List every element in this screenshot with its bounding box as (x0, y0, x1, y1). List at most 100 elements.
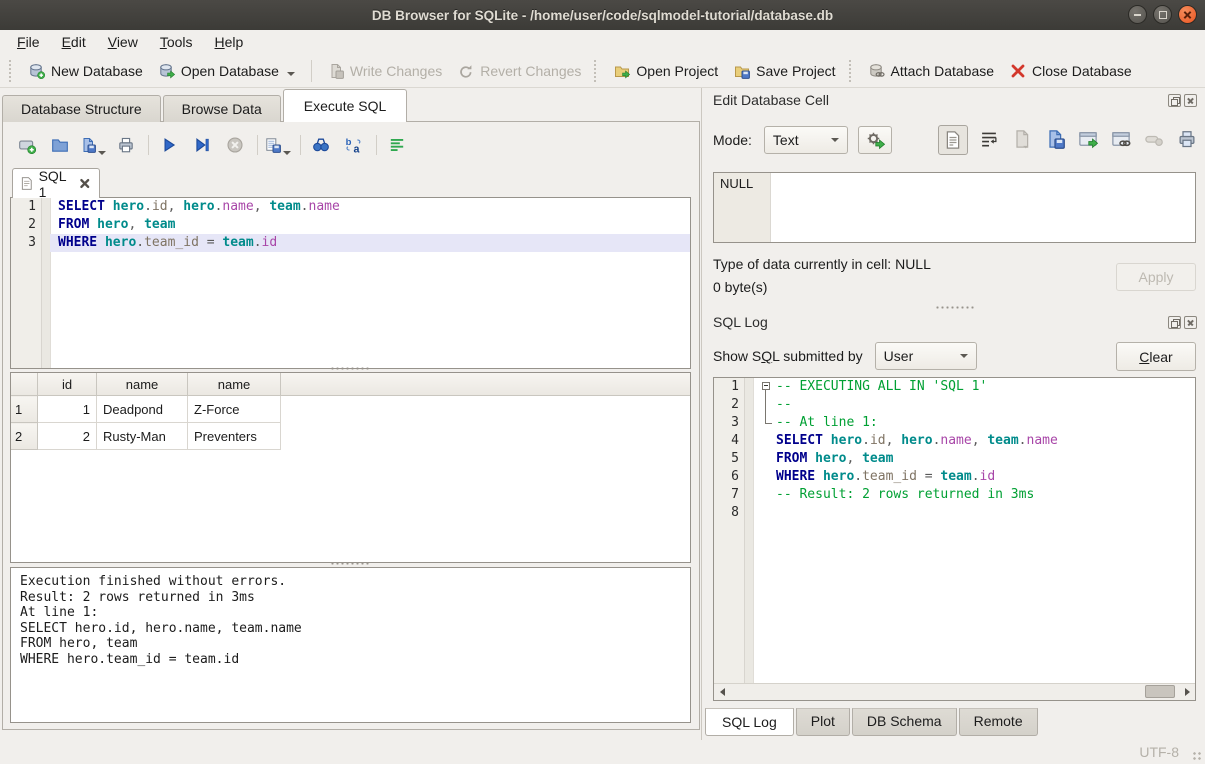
menu-item-view[interactable]: View (97, 32, 149, 52)
gear-apply-icon (865, 130, 885, 150)
new-database-button[interactable]: New Database (21, 59, 151, 83)
sql-tab[interactable]: SQL 1 (12, 168, 100, 198)
log-horizontal-scrollbar[interactable] (714, 683, 1195, 700)
pane-divider[interactable] (701, 88, 702, 740)
save-results-view-button[interactable] (265, 132, 291, 158)
dock-tab-remote[interactable]: Remote (959, 708, 1038, 736)
table-cell[interactable]: 2 (38, 423, 97, 450)
execute-all-button[interactable] (156, 132, 182, 158)
copy-link-button[interactable] (1111, 129, 1133, 151)
sql-log-view[interactable]: 1-- EXECUTING ALL IN 'SQL 1'2--3-- At li… (713, 377, 1196, 701)
menu-item-file[interactable]: File (6, 32, 51, 52)
tab-browse-data[interactable]: Browse Data (163, 95, 281, 122)
close-button[interactable] (1178, 5, 1197, 24)
format-icon (388, 136, 406, 154)
log-filter-row: Show SQL submitted by User (713, 341, 977, 371)
find-replace-button[interactable]: ba (341, 132, 367, 158)
status-bar: UTF-8 (0, 740, 1205, 764)
results-grid[interactable]: idnamename11DeadpondZ-Force22Rusty-ManPr… (10, 372, 691, 563)
print-cell-button[interactable] (1177, 129, 1199, 151)
scroll-right-icon[interactable] (1179, 684, 1195, 699)
tab-database-structure[interactable]: Database Structure (2, 95, 161, 122)
toolbar-button-label: New Database (51, 63, 143, 79)
db-new-icon (29, 63, 45, 79)
resize-grip[interactable] (1192, 751, 1202, 761)
float-dock-icon[interactable] (1168, 316, 1181, 329)
dock-tab-db-schema[interactable]: DB Schema (852, 708, 957, 736)
column-header-name[interactable]: name (97, 373, 188, 396)
export-to-file-button[interactable] (1045, 129, 1067, 151)
open-database-button[interactable]: Open Database (151, 59, 303, 83)
dropdown-caret-icon[interactable] (98, 151, 106, 155)
stop-execution-button (222, 132, 248, 158)
print2-icon (1177, 129, 1197, 149)
open-external-icon (1078, 129, 1098, 149)
text-view-button[interactable] (938, 125, 968, 155)
scroll-left-icon[interactable] (714, 684, 730, 699)
minimize-button[interactable] (1128, 5, 1147, 24)
fold-marker-space (761, 486, 776, 504)
attach-database-button[interactable]: Attach Database (861, 59, 1003, 83)
toolbar-drag-handle[interactable] (9, 60, 16, 82)
word-wrap-button[interactable] (979, 129, 1001, 151)
revert-changes-icon (458, 63, 474, 79)
log-filter-select[interactable]: User (875, 342, 977, 370)
toolbar-drag-handle[interactable] (594, 60, 601, 82)
column-header-name[interactable]: name (188, 373, 281, 396)
open-project-button[interactable]: Open Project (606, 59, 726, 83)
column-header-id[interactable]: id (38, 373, 97, 396)
tab-execute-sql[interactable]: Execute SQL (283, 89, 408, 122)
table-cell[interactable]: Z-Force (188, 396, 281, 423)
close-dock-icon[interactable] (1184, 316, 1197, 329)
results-message-splitter[interactable] (330, 562, 370, 565)
table-cell[interactable]: 1 (38, 396, 97, 423)
project-save-icon (734, 63, 750, 79)
format-sql-button[interactable] (384, 132, 410, 158)
code-line: 1-- EXECUTING ALL IN 'SQL 1' (714, 378, 1195, 396)
apply-cell-data-button[interactable] (858, 126, 892, 154)
mode-select[interactable]: Text (764, 126, 848, 154)
new-sql-tab-button[interactable] (14, 132, 40, 158)
maximize-button[interactable] (1153, 5, 1172, 24)
save-sql-file-button[interactable] (80, 132, 106, 158)
toolbar-drag-handle[interactable] (849, 60, 856, 82)
menu-item-edit[interactable]: Edit (51, 32, 97, 52)
execute-current-line-button[interactable] (189, 132, 215, 158)
dock-tab-sql-log[interactable]: SQL Log (705, 708, 794, 736)
dropdown-caret-icon[interactable] (283, 151, 291, 155)
scrollbar-thumb[interactable] (1145, 685, 1175, 698)
menu-item-tools[interactable]: Tools (149, 32, 204, 52)
open-sql-file-button[interactable] (47, 132, 73, 158)
find-button[interactable] (308, 132, 334, 158)
table-cell[interactable]: Preventers (188, 423, 281, 450)
clear-log-button[interactable]: Clear (1116, 342, 1196, 371)
close-tab-icon[interactable] (79, 176, 91, 191)
close-dock-icon[interactable] (1184, 94, 1197, 107)
code-line: 5FROM hero, team (714, 450, 1195, 468)
dock-tab-plot[interactable]: Plot (796, 708, 850, 736)
close-database-button[interactable]: Close Database (1002, 59, 1140, 83)
import-file-icon (1012, 129, 1032, 149)
float-dock-icon[interactable] (1168, 94, 1181, 107)
dropdown-caret-icon[interactable] (287, 72, 295, 76)
cell-value-editor[interactable]: NULL (713, 172, 1196, 243)
print-sql-button[interactable] (113, 132, 139, 158)
db-close-icon (1010, 63, 1026, 79)
window-controls (1128, 5, 1197, 24)
table-cell[interactable]: Deadpond (97, 396, 188, 423)
dock-splitter[interactable] (935, 306, 975, 309)
header-filler (281, 373, 691, 396)
editor-results-splitter[interactable] (330, 367, 370, 370)
save-project-button[interactable]: Save Project (726, 59, 843, 83)
code-text: -- Result: 2 rows returned in 3ms (753, 486, 1195, 504)
table-row[interactable]: 22Rusty-ManPreventers (11, 423, 690, 450)
open-in-external-button[interactable] (1078, 129, 1100, 151)
sql-code-editor[interactable]: 1SELECT hero.id, hero.name, team.name2FR… (10, 197, 691, 369)
table-row[interactable]: 11DeadpondZ-Force (11, 396, 690, 423)
table-cell[interactable]: Rusty-Man (97, 423, 188, 450)
menu-item-help[interactable]: Help (204, 32, 255, 52)
dock-tab-bar: SQL LogPlotDB SchemaRemote (705, 708, 1040, 736)
line-number: 4 (714, 432, 744, 450)
fold-marker-icon[interactable] (761, 378, 776, 396)
code-text: -- EXECUTING ALL IN 'SQL 1' (753, 378, 1195, 396)
